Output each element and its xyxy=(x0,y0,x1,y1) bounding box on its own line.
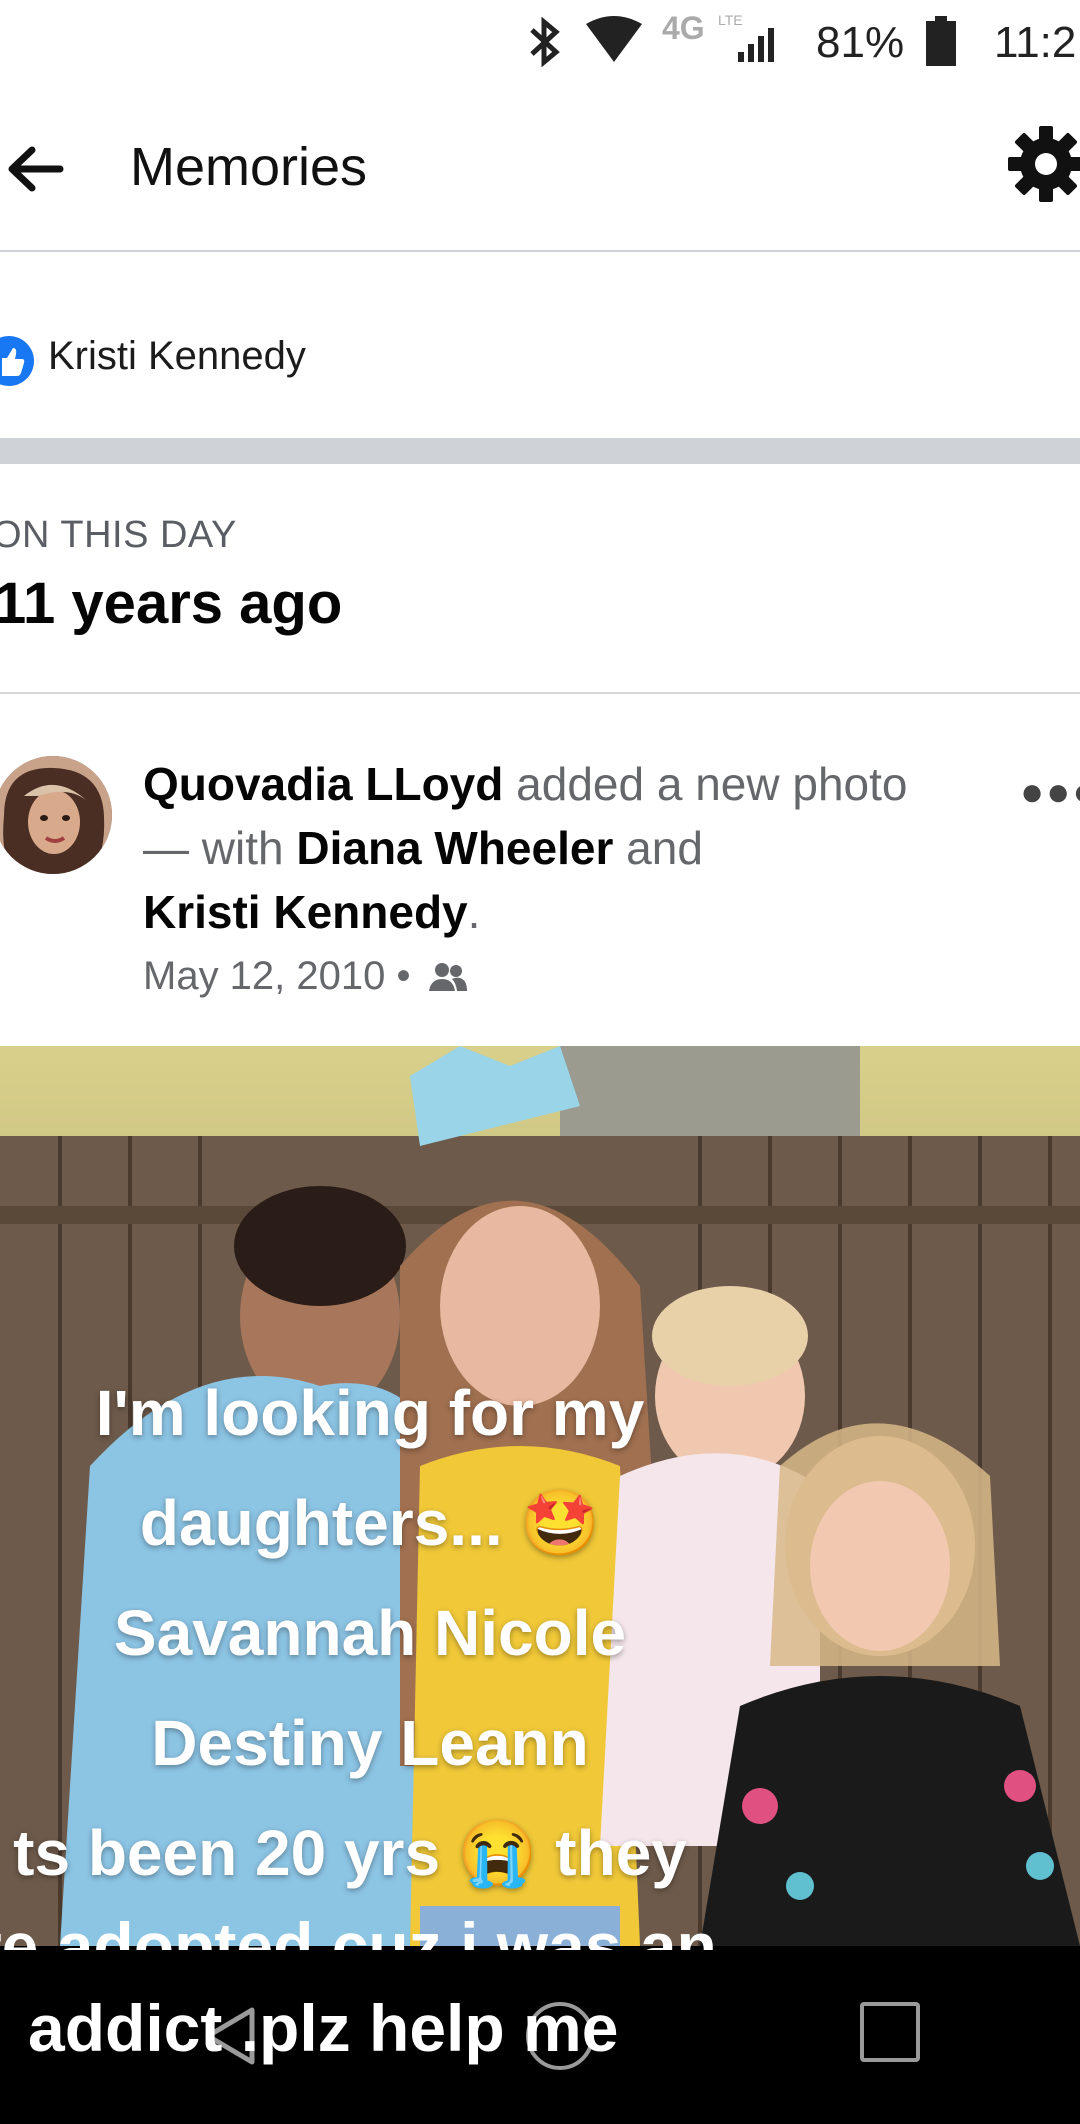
overlay-line-1: I'm looking for my xyxy=(95,1377,645,1449)
overlay-line-4: Destiny Leann xyxy=(151,1707,589,1779)
liker-name[interactable]: Kristi Kennedy xyxy=(48,334,306,379)
thumbs-up-icon xyxy=(2,348,25,376)
network-label: 4G xyxy=(662,10,705,46)
post-period: . xyxy=(467,886,481,938)
friends-icon xyxy=(428,963,467,991)
post-headline: Quovadia LLoyd added a new photo — with … xyxy=(143,752,943,944)
post-conjunction: and xyxy=(626,822,703,874)
signal-icon xyxy=(738,28,774,62)
wifi-icon xyxy=(586,16,642,62)
gear-icon[interactable] xyxy=(1006,124,1080,204)
avatar-image xyxy=(0,756,112,874)
avatar[interactable] xyxy=(0,756,112,874)
post-photo[interactable]: I'm looking for my daughters... 🤩 Savann… xyxy=(0,1046,1080,1946)
overlay-line-2: daughters... 🤩 xyxy=(139,1487,601,1559)
on-this-day-label: ON THIS DAY xyxy=(0,514,237,556)
battery-icon xyxy=(926,16,956,66)
post-author[interactable]: Quovadia LLoyd xyxy=(143,758,503,810)
page-title: Memories xyxy=(130,137,368,197)
like-icon xyxy=(0,336,34,386)
tagged-user-2[interactable]: Kristi Kennedy xyxy=(143,886,468,938)
overlay-line-5: ts been 20 yrs 😭 they xyxy=(13,1817,687,1889)
overlay-line-3: Savannah Nicole xyxy=(113,1597,627,1669)
arrow-left-icon[interactable] xyxy=(6,146,64,192)
tagged-user-1[interactable]: Diana Wheeler xyxy=(296,822,613,874)
bluetooth-icon xyxy=(530,16,560,68)
nav-recents-icon[interactable] xyxy=(860,2002,920,2062)
divider xyxy=(0,692,1080,694)
post-date[interactable]: May 12, 2010 • xyxy=(143,954,411,998)
app-header: Memories xyxy=(0,86,1080,252)
battery-percent: 81% xyxy=(816,18,905,67)
overlay-line-7: addict .plz help me xyxy=(28,1991,619,2065)
overlay-line-6: re adopted cuz i was an xyxy=(0,1909,717,1950)
like-row: Kristi Kennedy xyxy=(0,250,1080,438)
status-bar: 4G LTE 81% 11:2 xyxy=(0,0,1080,86)
more-dots-icon[interactable]: ●●● xyxy=(1020,770,1080,815)
section-divider xyxy=(0,438,1080,464)
post-date-row: May 12, 2010 • xyxy=(143,954,468,999)
clock: 11:2 xyxy=(994,18,1077,67)
years-ago-heading: 11 years ago xyxy=(0,571,343,636)
